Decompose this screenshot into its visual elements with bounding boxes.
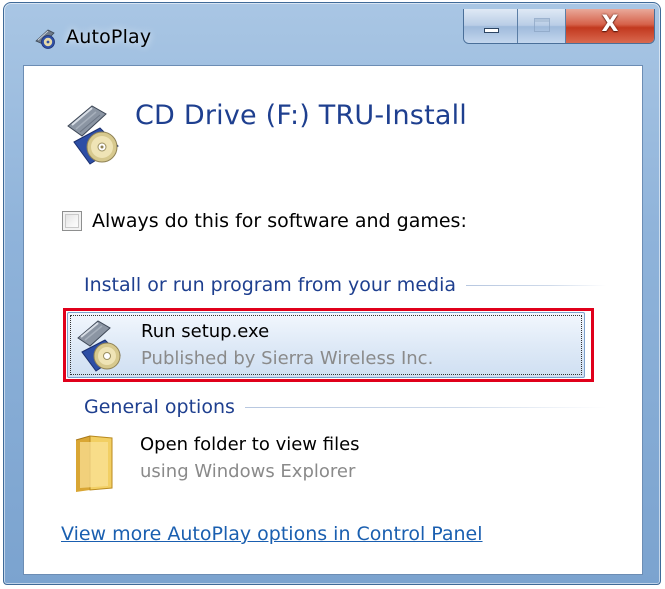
open-folder-title: Open folder to view files (140, 434, 360, 455)
run-setup-option[interactable]: Run setup.exe Published by Sierra Wirele… (67, 312, 585, 378)
open-folder-option[interactable]: Open folder to view files using Windows … (67, 426, 585, 492)
window-title: AutoPlay (66, 26, 152, 48)
window-controls: X (463, 9, 655, 44)
section-install-header: Install or run program from your media (84, 274, 606, 296)
close-icon: X (601, 12, 619, 37)
minimize-icon (484, 28, 499, 33)
always-do-this-row[interactable]: Always do this for software and games: (62, 210, 467, 232)
close-button[interactable]: X (566, 9, 654, 43)
autoplay-icon (35, 29, 55, 49)
maximize-icon (534, 18, 550, 32)
minimize-button[interactable] (464, 9, 518, 43)
autoplay-window: AutoPlay X CD Drive (F:) TRU-Install Alw… (3, 2, 661, 585)
section-general-label: General options (84, 396, 235, 418)
section-divider (244, 406, 606, 408)
maximize-button[interactable] (518, 9, 566, 43)
run-setup-publisher: Published by Sierra Wireless Inc. (141, 348, 434, 369)
device-title: CD Drive (F:) TRU-Install (135, 100, 468, 131)
run-setup-title: Run setup.exe (141, 321, 270, 342)
folder-icon (75, 435, 113, 492)
control-panel-link[interactable]: View more AutoPlay options in Control Pa… (61, 523, 483, 545)
section-divider (465, 284, 606, 286)
section-install-label: Install or run program from your media (84, 274, 456, 296)
always-do-this-label[interactable]: Always do this for software and games: (92, 210, 467, 232)
setup-cd-icon (77, 320, 121, 372)
cd-drive-icon (67, 105, 119, 165)
dialog-content: CD Drive (F:) TRU-Install Always do this… (23, 65, 643, 575)
open-folder-subtitle: using Windows Explorer (140, 461, 356, 482)
title-bar[interactable]: AutoPlay X (4, 3, 660, 65)
always-do-this-checkbox[interactable] (62, 211, 82, 231)
section-general-header: General options (84, 396, 606, 418)
